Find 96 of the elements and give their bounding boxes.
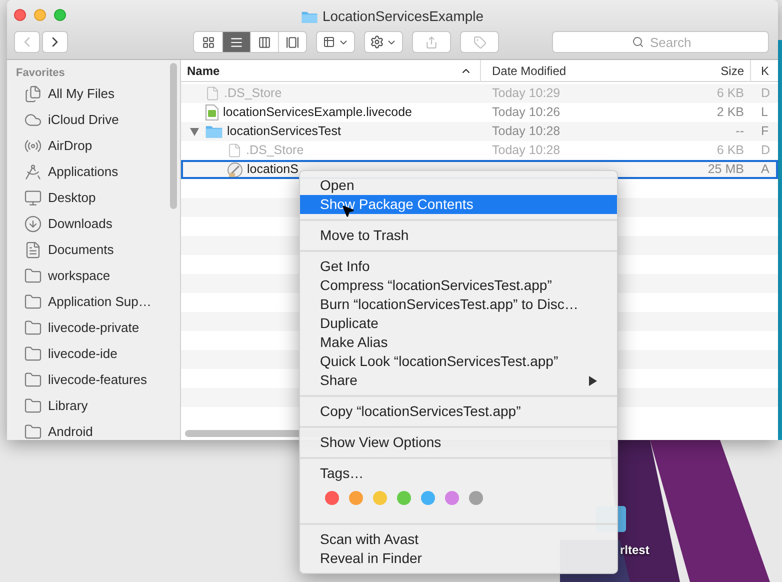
folder-icon xyxy=(24,267,42,285)
arrange-button[interactable] xyxy=(316,31,355,53)
sidebar-item[interactable]: Application Sup… xyxy=(7,289,180,315)
kind-text: F xyxy=(761,124,769,138)
disclosure-triangle-icon[interactable] xyxy=(190,128,198,136)
grid-icon xyxy=(202,36,214,48)
file-name: locationServicesTest xyxy=(227,123,341,140)
broadcast-icon xyxy=(24,137,42,155)
file-name: locationS xyxy=(247,161,298,178)
action-button[interactable] xyxy=(364,31,403,53)
search-icon xyxy=(632,36,644,48)
files-icon xyxy=(24,85,42,103)
sidebar-item[interactable]: Desktop xyxy=(7,185,180,211)
kind-text: D xyxy=(761,86,770,100)
menu-item[interactable]: Move to Trash xyxy=(300,226,617,245)
search-field[interactable]: Search xyxy=(552,31,769,53)
folder-icon xyxy=(24,293,42,311)
scrollbar-thumb[interactable] xyxy=(170,63,177,209)
file-name: locationServicesExample.livecode xyxy=(223,104,412,122)
sidebar-item[interactable]: Applications xyxy=(7,159,180,185)
menu-item[interactable]: Tags… xyxy=(300,464,617,483)
size-text: 2 KB xyxy=(716,104,744,122)
folder-icon xyxy=(24,397,42,415)
menu-item[interactable]: Make Alias xyxy=(300,333,617,352)
monitor-icon xyxy=(24,189,42,207)
size-text: 25 MB xyxy=(708,161,744,178)
menu-item[interactable]: Quick Look “locationServicesTest.app” xyxy=(300,352,617,371)
size-text: -- xyxy=(736,123,744,140)
column-header[interactable]: Date Modified xyxy=(480,60,680,82)
sidebar-item[interactable]: Documents xyxy=(7,237,180,263)
date-text: Today 10:26 xyxy=(492,105,560,120)
sidebar-item[interactable]: AirDrop xyxy=(7,133,180,159)
sidebar-item[interactable]: Downloads xyxy=(7,211,180,237)
menu-item[interactable]: Scan with Avast xyxy=(300,530,617,549)
folder-icon xyxy=(205,124,223,139)
date-text: Today 10:28 xyxy=(492,124,560,138)
tag-icon xyxy=(472,36,486,48)
menu-item[interactable]: Copy “locationServicesTest.app” xyxy=(300,402,617,421)
sidebar-item[interactable]: iCloud Drive xyxy=(7,107,180,133)
forward-button[interactable] xyxy=(42,31,68,53)
sidebar-item[interactable]: livecode-ide xyxy=(7,341,180,367)
menu-item[interactable]: Burn “locationServicesTest.app” to Disc… xyxy=(300,295,617,314)
folder-icon xyxy=(24,345,42,363)
cloud-icon xyxy=(24,111,42,129)
download-icon xyxy=(24,215,42,233)
menu-item[interactable]: Show View Options xyxy=(300,433,617,452)
view-mode-button[interactable] xyxy=(222,32,250,52)
livecode-file-icon xyxy=(205,104,219,121)
kind-text: A xyxy=(761,162,770,176)
size-text: 6 KB xyxy=(716,85,744,102)
list-icon xyxy=(230,36,243,48)
folder-icon xyxy=(24,423,42,440)
zoom-button[interactable] xyxy=(54,9,66,21)
gallery-icon xyxy=(286,36,299,48)
sidebar-item[interactable]: All My Files xyxy=(7,81,180,107)
date-text: Today 10:29 xyxy=(492,86,560,100)
kind-text: L xyxy=(761,105,768,120)
folder-icon xyxy=(24,319,42,337)
column-header[interactable]: K xyxy=(750,60,778,82)
minimize-button[interactable] xyxy=(34,9,46,21)
menu-item[interactable]: Open xyxy=(300,176,617,195)
window-title: LocationServicesExample xyxy=(322,7,484,26)
menu-item[interactable]: Get Info xyxy=(300,257,617,276)
column-header[interactable]: Size xyxy=(680,60,750,82)
share-icon xyxy=(425,36,438,48)
date-text: Today 10:28 xyxy=(492,143,560,158)
grid-icon xyxy=(322,36,336,48)
column-header[interactable]: Name xyxy=(181,60,480,82)
file-name: .DS_Store xyxy=(246,142,304,160)
sidebar-item[interactable]: Android xyxy=(7,419,180,440)
columns-icon xyxy=(258,36,271,48)
folder-icon xyxy=(301,10,318,24)
file-name: .DS_Store xyxy=(224,85,282,102)
size-text: 6 KB xyxy=(716,142,744,160)
sidebar-item[interactable]: livecode-features xyxy=(7,367,180,393)
app-icon xyxy=(227,162,243,178)
settings-icon xyxy=(370,35,384,49)
document-icon xyxy=(205,85,220,102)
sidebar-item[interactable]: livecode-private xyxy=(7,315,180,341)
sidebar-item[interactable]: workspace xyxy=(7,263,180,289)
desktop-icon-label[interactable]: rltest xyxy=(620,541,650,559)
sidebar-item[interactable]: Library xyxy=(7,393,180,419)
document-icon xyxy=(227,142,242,159)
close-button[interactable] xyxy=(14,9,26,21)
menu-item[interactable]: Show Package Contents xyxy=(300,195,617,214)
compass-icon xyxy=(24,163,42,181)
folder-icon xyxy=(24,371,42,389)
file-row[interactable]: locationServicesTest Today 10:28 -- F xyxy=(181,122,778,141)
menu-item[interactable]: Reveal in Finder xyxy=(300,549,617,568)
menu-item[interactable]: Share xyxy=(300,371,617,390)
menu-item[interactable]: Compress “locationServicesTest.app” xyxy=(300,276,617,295)
sidebar-heading: Favorites xyxy=(15,66,66,81)
documents-icon xyxy=(24,241,42,259)
kind-text: D xyxy=(761,143,770,158)
submenu-arrow-icon xyxy=(589,376,597,386)
menu-item[interactable]: Duplicate xyxy=(300,314,617,333)
